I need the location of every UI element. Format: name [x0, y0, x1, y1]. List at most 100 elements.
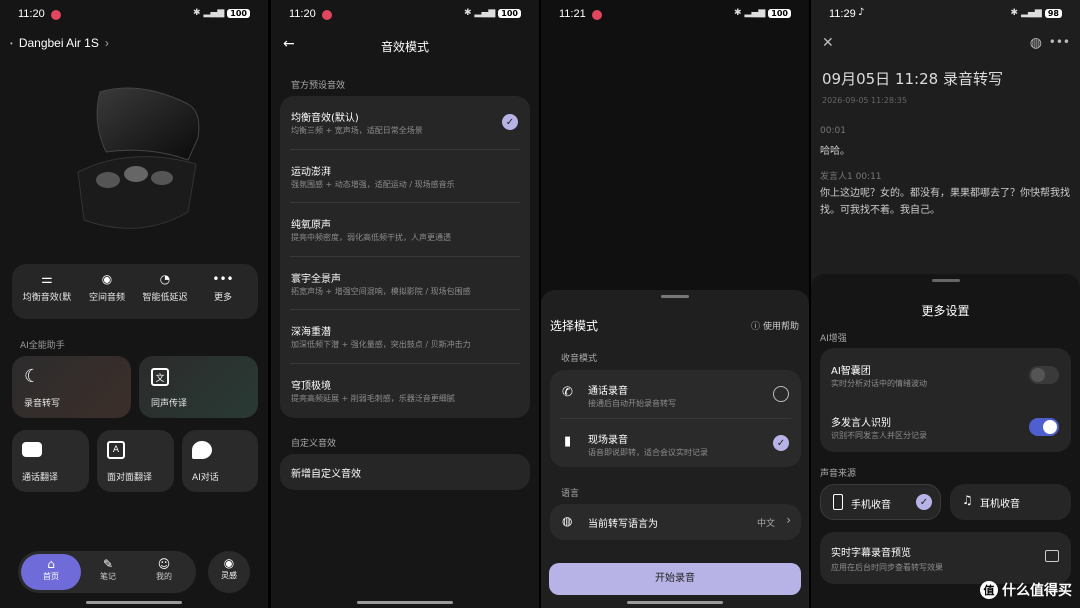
- tile-transcribe[interactable]: ☾ 录音转写: [12, 356, 131, 418]
- low-latency-button[interactable]: ◔ 智能低延迟: [134, 272, 196, 303]
- help-label: 使用帮助: [762, 322, 799, 332]
- gauge-icon: ◔: [159, 272, 171, 286]
- preset-desc: 加深低频下潜 + 强化量感，突出鼓点 / 贝斯冲击力: [291, 340, 471, 350]
- ai-option-desc: 识别不同发言人并区分记录: [831, 431, 927, 440]
- segment-text: 你上这边呢？女的。都没有，果果都哪去了？你快帮我找找。可我找不着。我自己。: [820, 188, 1070, 216]
- home-indicator: [86, 601, 182, 604]
- globe-icon[interactable]: ◍: [1030, 35, 1042, 51]
- home-screen: 11:20 ✱ ▂▄▆ 100 • Dangbei Air 1S › ⚌ 均衡音效(…: [0, 0, 268, 608]
- home-indicator: [627, 601, 723, 604]
- eq-mode-button[interactable]: ⚌ 均衡音效(默: [16, 272, 78, 303]
- sound-effect-screen: 11:20 ✱ ▂▄▆ 100 ← 音效模式 官方预设音效 均衡音效(默认) 均衡三频…: [271, 0, 539, 608]
- bluetooth-icon: ✱: [733, 8, 742, 18]
- start-record-label: 开始录音: [655, 573, 695, 584]
- multi-speaker-toggle[interactable]: [1029, 418, 1059, 436]
- more-dots-icon[interactable]: •••: [1049, 35, 1070, 49]
- bluetooth-icon: ✱: [463, 8, 472, 18]
- sheet-handle[interactable]: [931, 279, 960, 282]
- preset-name: 穹顶极境: [291, 381, 331, 392]
- bottom-nav: ⌂ 首页 ✎ 笔记 ☺ 我的: [18, 551, 196, 593]
- close-icon[interactable]: ✕: [822, 35, 834, 51]
- mode-desc: 语音即说即转，适合会议实时记录: [588, 448, 708, 457]
- preset-item[interactable]: 深海重潜 加深低频下潜 + 强化量感，突出鼓点 / 贝斯冲击力: [280, 310, 530, 364]
- mode-name: 通话录音: [588, 386, 628, 397]
- source-phone-label: 手机收音: [851, 500, 891, 511]
- live-caption-name: 实时字幕录音预览: [831, 548, 911, 559]
- tile-simultaneous[interactable]: 文 同声传译: [139, 356, 258, 418]
- moon-mic-icon: ☾: [24, 366, 41, 387]
- preset-name: 均衡音效(默认): [291, 113, 359, 124]
- tile-call-translate[interactable]: 通话翻译: [12, 430, 89, 492]
- quick-actions-card: ⚌ 均衡音效(默 ◉ 空间音频 ◔ 智能低延迟 ••• 更多: [12, 264, 258, 319]
- preset-name: 寰宇全景声: [291, 273, 341, 285]
- add-custom-button[interactable]: 新增自定义音效: [280, 454, 530, 490]
- language-label: 当前转写语言为: [588, 519, 658, 530]
- preset-item[interactable]: 寰宇全景声 拓宽声场 + 增强空间混响，模拟影院 / 现场包围感: [280, 257, 530, 311]
- preset-item[interactable]: 运动澎湃 强氛围感 + 动态增强，适配运动 / 现场感音乐: [280, 150, 530, 204]
- phone-icon: ✆: [562, 385, 573, 400]
- inspiration-button[interactable]: ◉ 灵感: [208, 551, 250, 593]
- live-caption-row[interactable]: 实时字幕录音预览 应用在后台时同步查看转写效果: [820, 532, 1071, 584]
- target-icon: ◉: [223, 556, 235, 570]
- mode-call-radio[interactable]: [773, 386, 789, 402]
- tile-face-translate[interactable]: A 面对面翻译: [97, 430, 174, 492]
- preset-item[interactable]: 均衡音效(默认) 均衡三频 + 宽声场，适配日常全场景 ✓: [280, 96, 530, 150]
- status-time: 11:20: [18, 8, 45, 20]
- chat-bubble-icon: [192, 441, 212, 459]
- tile-ai-chat[interactable]: AI对话: [182, 430, 258, 492]
- preset-item[interactable]: 纯氧原声 提亮中频密度，弱化高低频干扰，人声更通透: [280, 203, 530, 257]
- check-icon: ✓: [502, 114, 518, 130]
- source-phone-button[interactable]: 手机收音 ✓: [820, 484, 941, 520]
- preset-desc: 均衡三频 + 宽声场，适配日常全场景: [291, 126, 423, 135]
- earbuds-case-image: [77, 87, 200, 229]
- mode-call-record[interactable]: ✆ 通话录音 接通后自动开始录音转写: [550, 370, 801, 418]
- preset-desc: 拓宽声场 + 增强空间混响，模拟影院 / 现场包围感: [291, 286, 471, 296]
- battery-level: 100: [498, 8, 521, 18]
- custom-section-title: 自定义音效: [291, 439, 337, 449]
- spatial-audio-button[interactable]: ◉ 空间音频: [76, 272, 138, 303]
- device-selector[interactable]: • Dangbei Air 1S ›: [10, 36, 109, 50]
- low-latency-label: 智能低延迟: [142, 293, 188, 303]
- nav-home-label: 首页: [43, 572, 59, 581]
- person-icon: ◉: [101, 272, 113, 286]
- more-button[interactable]: ••• 更多: [192, 272, 254, 303]
- pen-icon: ✎: [102, 557, 114, 571]
- page-title: 音效模式: [380, 40, 429, 54]
- equalizer-icon: ⚌: [41, 272, 53, 287]
- ai-options-card: AI智囊团 实时分析对话中的情绪波动 多发言人识别 识别不同发言人并区分记录: [820, 348, 1071, 452]
- tile-simultaneous-label: 同声传译: [151, 399, 188, 409]
- nav-home[interactable]: ⌂ 首页: [21, 554, 81, 590]
- help-link[interactable]: ⓘ 使用帮助: [751, 319, 799, 332]
- language-selector[interactable]: ◍ 当前转写语言为 中文 ›: [550, 504, 801, 540]
- inspiration-label: 灵感: [221, 571, 237, 580]
- check-icon[interactable]: ✓: [773, 435, 789, 451]
- preset-name: 运动澎湃: [291, 166, 331, 178]
- status-bar: 11:20 ✱ ▂▄▆ 100: [271, 0, 539, 28]
- status-bar: 11:20 ✱ ▂▄▆ 100: [0, 0, 268, 28]
- segment-timestamp: 00:01: [820, 126, 846, 136]
- recording-indicator-icon: [592, 10, 602, 20]
- info-circle-icon: ⓘ: [750, 322, 760, 332]
- recording-indicator-icon: [322, 10, 332, 20]
- nav-mine[interactable]: ☺ 我的: [136, 554, 192, 590]
- lang-section-title: 语言: [561, 489, 580, 499]
- signal-icon: ▂▄▆: [203, 8, 225, 18]
- more-dots-icon: •••: [212, 272, 234, 286]
- nav-notes-label: 笔记: [100, 572, 116, 581]
- device-name: Dangbei Air 1S: [18, 36, 99, 50]
- sheet-handle[interactable]: [661, 295, 689, 298]
- ai-advisor-toggle[interactable]: [1029, 366, 1059, 384]
- status-bar: 11:29 ♪ ✱ ▂▄▆ 98: [811, 0, 1080, 28]
- preset-desc: 提亮中频密度，弱化高低频干扰，人声更通透: [291, 233, 451, 243]
- mode-live-record[interactable]: ▮ 现场录音 语音即说即转，适合会议实时记录 ✓: [550, 419, 801, 467]
- start-record-button[interactable]: 开始录音: [549, 563, 801, 595]
- sheet-title: 更多设置: [921, 304, 970, 318]
- source-earphone-button[interactable]: ♫ 耳机收音: [950, 484, 1071, 520]
- preset-desc: 提亮高频延展 + 削弱毛刺感，乐器泛音更细腻: [291, 394, 455, 403]
- status-time: 11:21: [559, 8, 586, 20]
- more-label: 更多: [213, 293, 232, 303]
- preset-item[interactable]: 穹顶极境提亮高频延展 + 削弱毛刺感，乐器泛音更细腻: [280, 364, 530, 418]
- nav-notes[interactable]: ✎ 笔记: [80, 554, 136, 590]
- status-bar: 11:21 ✱ ▂▄▆ 100: [541, 0, 809, 28]
- face-translate-icon: A: [107, 441, 125, 459]
